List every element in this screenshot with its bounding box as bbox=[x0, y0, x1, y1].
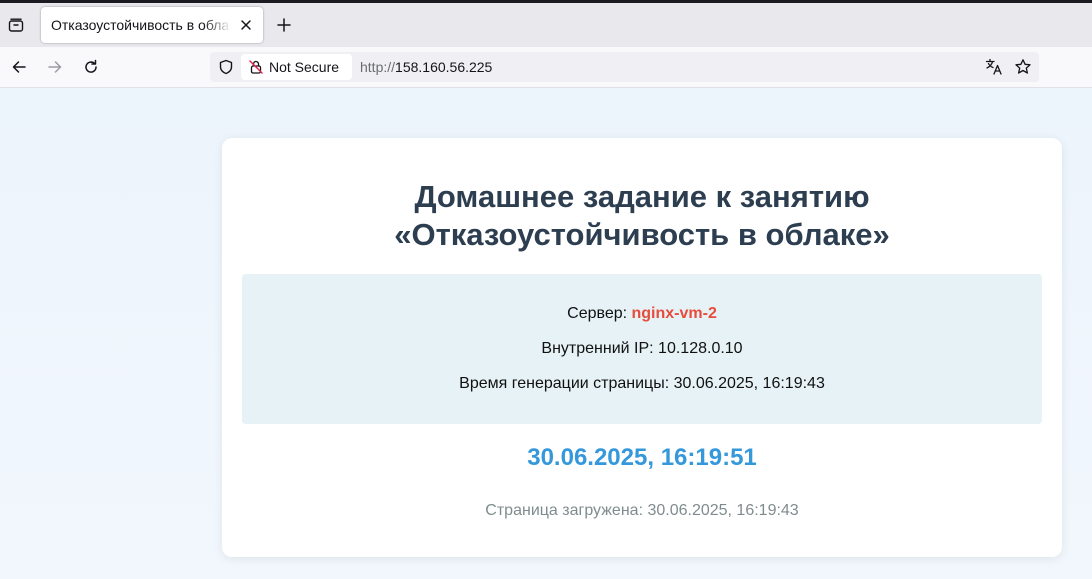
server-name: nginx-vm-2 bbox=[631, 305, 717, 322]
plus-icon[interactable] bbox=[272, 13, 296, 37]
lock-slash-icon bbox=[249, 60, 263, 74]
tab-active[interactable]: Отказоустойчивость в облаке bbox=[41, 7, 263, 43]
close-icon[interactable] bbox=[237, 16, 255, 34]
shield-icon[interactable] bbox=[216, 57, 236, 77]
page-title-line-1: Домашнее задание к занятию bbox=[414, 179, 870, 214]
reload-icon[interactable] bbox=[79, 55, 103, 79]
page-title: Домашнее задание к занятию «Отказоустойч… bbox=[222, 178, 1062, 254]
server-label: Сервер: bbox=[567, 305, 632, 322]
translate-icon[interactable] bbox=[984, 57, 1004, 77]
tab-title: Отказоустойчивость в облаке bbox=[51, 17, 231, 33]
page-loaded-line: Страница загружена: 30.06.2025, 16:19:43 bbox=[485, 502, 799, 519]
navigation-bar: Not Secure http://158.160.56.225 bbox=[0, 47, 1092, 88]
server-line: Сервер: nginx-vm-2 bbox=[242, 305, 1042, 323]
page-content: Домашнее задание к занятию «Отказоустойч… bbox=[0, 88, 1092, 579]
url-text[interactable]: http://158.160.56.225 bbox=[360, 59, 492, 75]
tab-bar: Отказоустойчивость в облаке bbox=[0, 3, 1092, 47]
url-bar[interactable]: Not Secure http://158.160.56.225 bbox=[210, 52, 1039, 82]
tab-list-icon[interactable] bbox=[1, 10, 31, 40]
live-clock: 30.06.2025, 16:19:51 bbox=[527, 444, 757, 471]
page-title-line-2: «Отказоустойчивость в облаке» bbox=[394, 217, 890, 252]
internal-ip-line: Внутренний IP: 10.128.0.10 bbox=[541, 340, 743, 357]
server-info-box: Сервер: nginx-vm-2 Внутренний IP: 10.128… bbox=[242, 274, 1042, 424]
security-label: Not Secure bbox=[269, 59, 340, 75]
url-host: 158.160.56.225 bbox=[395, 59, 493, 75]
generation-time-line: Время генерации страницы: 30.06.2025, 16… bbox=[459, 375, 825, 392]
content-card: Домашнее задание к занятию «Отказоустойч… bbox=[222, 138, 1062, 557]
arrow-right-icon[interactable] bbox=[43, 55, 67, 79]
star-icon[interactable] bbox=[1013, 57, 1033, 77]
url-scheme: http:// bbox=[360, 59, 396, 75]
security-indicator[interactable]: Not Secure bbox=[241, 54, 352, 80]
arrow-left-icon[interactable] bbox=[7, 55, 31, 79]
